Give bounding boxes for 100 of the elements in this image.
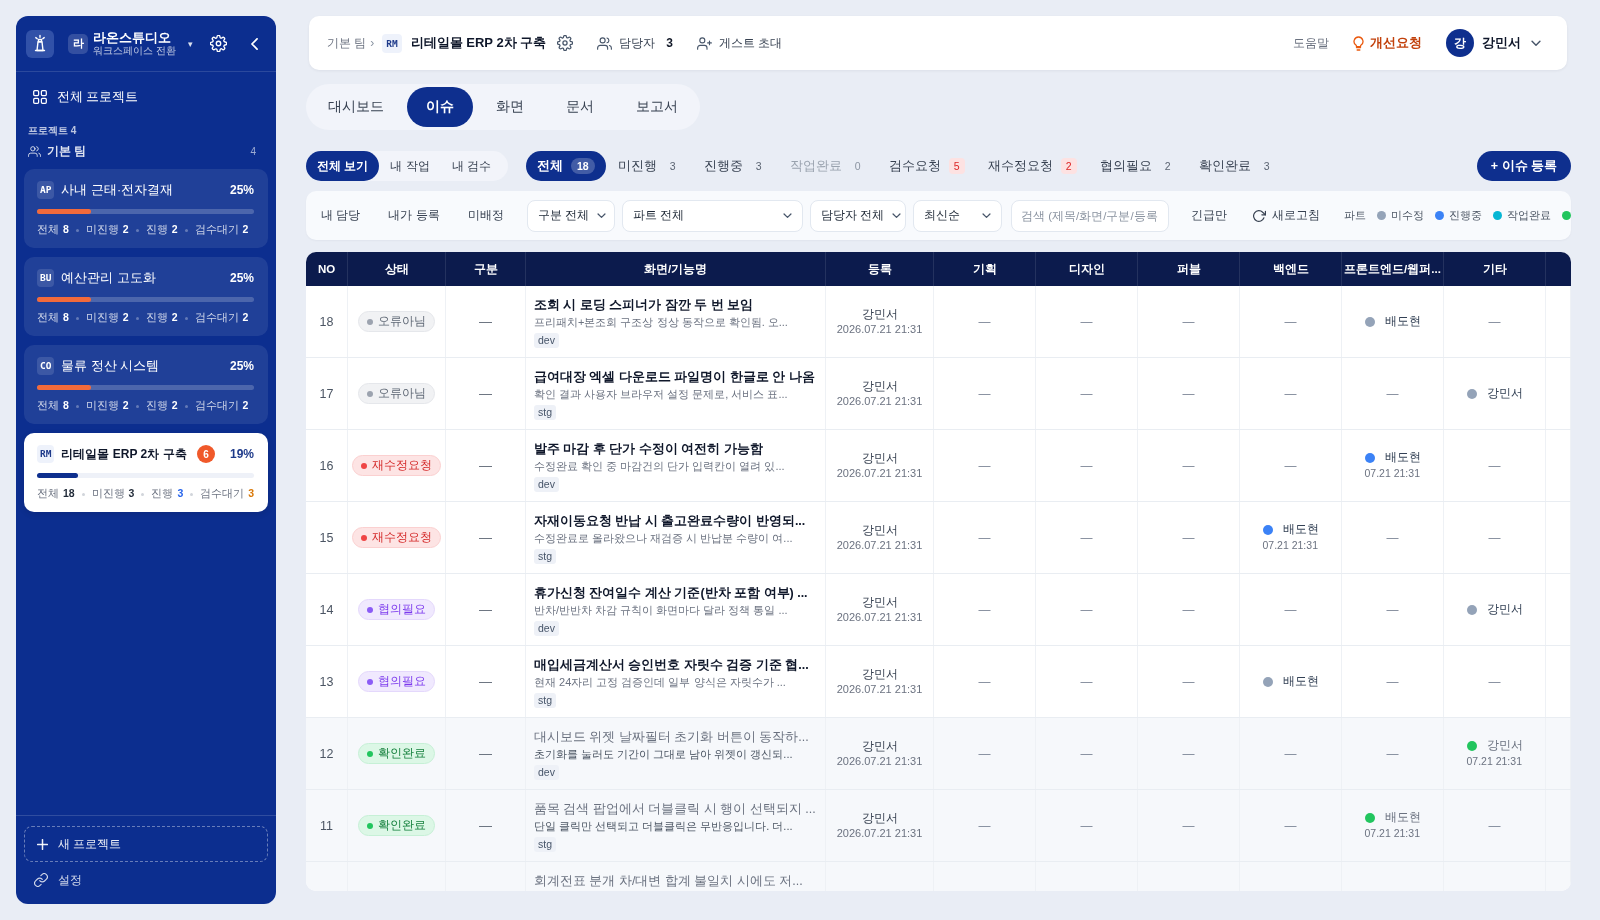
- members-button[interactable]: 담당자 3: [597, 34, 673, 52]
- dropdown[interactable]: 구분 전체: [526, 199, 615, 232]
- project-card[interactable]: CO 물류 정산 시스템 25% 전체 8 미진행 2 진행 2 검수대기 2: [24, 345, 268, 424]
- filter-chip[interactable]: 전체 18: [526, 151, 606, 181]
- project-stat: 미진행 3: [91, 487, 135, 501]
- segment-button[interactable]: 내 검수: [440, 151, 503, 181]
- issue-title[interactable]: 자재이동요청 반납 시 출고완료수량이 반영되...: [534, 513, 806, 530]
- project-code: BU: [37, 269, 55, 287]
- issue-title[interactable]: 휴가신청 잔여일수 계산 기준(반차 포함 여부) ...: [534, 585, 808, 602]
- filter-chip[interactable]: 진행중 3: [692, 151, 778, 181]
- row-number: 14: [319, 602, 334, 617]
- project-card[interactable]: RM 리테일몰 ERP 2차 구축 6 19% 전체 18 미진행 3 진행 3 검수대기 3: [24, 433, 268, 512]
- issue-title[interactable]: 품목 검색 팝업에서 더블클릭 시 행이 선택되지 ...: [534, 801, 816, 818]
- tab[interactable]: 대시보드: [309, 87, 403, 127]
- project-code: CO: [37, 357, 55, 375]
- assignee-name: 배도현: [1384, 450, 1421, 465]
- table-row[interactable]: 18 오류아님 — 조회 시 로딩 스피너가 잠깐 두 번 보임 프리패치+본조회 구조상 정상 동작으로 확인됨. 오... dev 강민서 2026.07.21 21:31 — — — — 배도현 —: [306, 286, 1571, 358]
- tab[interactable]: 문서: [547, 87, 613, 127]
- team-name[interactable]: 기본 팀: [47, 143, 87, 159]
- invite-button[interactable]: 게스트 초대: [696, 34, 783, 52]
- issue-title[interactable]: 매입세금계산서 승인번호 자릿수 검증 기준 협...: [534, 657, 809, 674]
- filter-chip[interactable]: 재수정요청 2: [976, 151, 1088, 181]
- registrar-name: 강민서: [861, 810, 898, 826]
- table-row[interactable]: 회계전표 분개 차/대변 합계 불일치 시에도 저...: [306, 862, 1571, 891]
- quick-filter-button[interactable]: 미배정: [455, 200, 516, 231]
- tab[interactable]: 화면: [477, 87, 543, 127]
- dropdown[interactable]: 파트 전체: [621, 199, 803, 232]
- filter-chip[interactable]: 검수요청 5: [877, 151, 976, 181]
- caret-icon[interactable]: ▾: [187, 38, 193, 49]
- project-title: 리테일몰 ERP 2차 구축: [410, 34, 547, 52]
- table-row[interactable]: 15 재수정요청 — 자재이동요청 반납 시 출고완료수량이 반영되... 수정완료로 올라왔으나 재검증 시 반납분 수량이 여... stg 강민서 2026.07.21 21:31 — — — 배도현 07.21 21:31 — —: [306, 502, 1571, 574]
- tower-icon: [26, 29, 54, 58]
- segment-button[interactable]: 전체 보기: [306, 151, 380, 181]
- issue-title[interactable]: 조회 시 로딩 스피너가 잠깐 두 번 보임: [534, 297, 754, 314]
- empty-dash: —: [1182, 818, 1195, 833]
- tab[interactable]: 이슈: [407, 87, 473, 127]
- grid-icon: [33, 90, 47, 104]
- settings-link[interactable]: 설정: [24, 862, 92, 898]
- project-stat: 진행 2: [145, 399, 178, 413]
- empty-dash: —: [1386, 530, 1399, 545]
- category-text: —: [479, 674, 492, 689]
- issue-title[interactable]: 급여대장 엑셀 다운로드 파일명이 한글로 안 나옴: [534, 369, 815, 386]
- project-stat: 미진행 2: [85, 399, 129, 413]
- empty-dash: —: [1488, 530, 1501, 545]
- dropdown[interactable]: 담당자 전체: [809, 199, 906, 232]
- table-row[interactable]: 16 재수정요청 — 발주 마감 후 단가 수정이 여전히 가능함 수정완료 확인 중 마감건의 단가 입력칸이 열려 있... dev 강민서 2026.07.21 21:31 — — — — 배도현 07.21 21:31 —: [306, 430, 1571, 502]
- empty-dash: —: [1182, 458, 1195, 473]
- settings-icon[interactable]: [557, 35, 574, 51]
- segment-button[interactable]: 내 작업: [379, 151, 441, 181]
- refresh-button[interactable]: 새로고침: [1247, 200, 1326, 231]
- issue-title[interactable]: 발주 마감 후 단가 수정이 여전히 가능함: [534, 441, 763, 458]
- row-number: 12: [319, 746, 334, 761]
- table-row[interactable]: 14 협의필요 — 휴가신청 잔여일수 계산 기준(반차 포함 여부) ... 반차/반반차 차감 규칙이 화면마다 달라 정책 통일 ... dev 강민서 2026.07.21 21:31 — — — — — 강민서: [306, 574, 1571, 646]
- project-stat: 미진행 2: [85, 311, 129, 325]
- chevron-down-icon[interactable]: [1531, 40, 1541, 46]
- dropdown[interactable]: 최신순: [912, 199, 1002, 232]
- workspace-name[interactable]: 라온스튜디오: [93, 30, 176, 45]
- table-row[interactable]: 17 오류아님 — 급여대장 엑셀 다운로드 파일명이 한글로 안 나옴 확인 결과 사용자 브라우저 설정 문제로, 서비스 표... stg 강민서 2026.07.21 21:31 — — — — — 강민서: [306, 358, 1571, 430]
- project-stat: 진행 3: [151, 487, 184, 501]
- row-number: 17: [319, 386, 334, 401]
- plus-icon: [37, 838, 48, 850]
- registrar-name: 강민서: [861, 378, 898, 394]
- nav-item[interactable]: 전체 프로젝트: [24, 84, 268, 110]
- project-card[interactable]: AP 사내 근태·전자결재 25% 전체 8 미진행 2 진행 2 검수대기 2: [24, 169, 268, 248]
- assigned-date: 07.21 21:31: [1262, 538, 1318, 553]
- user-avatar[interactable]: 강: [1446, 29, 1474, 57]
- empty-dash: —: [978, 530, 991, 545]
- new-project-button[interactable]: 새 프로젝트: [24, 826, 268, 862]
- filter-chip[interactable]: 협의필요 2: [1088, 151, 1187, 181]
- people-icon: [597, 36, 613, 50]
- search-field[interactable]: 검색 (제목/화면/구분/등록: [1011, 199, 1169, 232]
- project-stat: 전체 18: [37, 487, 75, 501]
- table-row[interactable]: 11 확인완료 — 품목 검색 팝업에서 더블클릭 시 행이 선택되지 ... 단일 클릭만 선택되고 더블클릭은 무반응입니다. 더... stg 강민서 2026.07.21 21:31 — — — — 배도현 07.21 21:31 —: [306, 790, 1571, 862]
- table-row[interactable]: 12 확인완료 — 대시보드 위젯 날짜필터 초기화 버튼이 동작하... 초기화를 눌러도 기간이 그대로 남아 위젯이 갱신되... dev 강민서 2026.07.21 21:31 — — — — — 강민서 07.21 21:31: [306, 718, 1571, 790]
- category-text: —: [479, 818, 492, 833]
- user-name[interactable]: 강민서: [1482, 34, 1521, 52]
- progress-percent: 25%: [229, 271, 254, 285]
- filter-chip[interactable]: 확인완료 3: [1187, 151, 1286, 181]
- feedback-button[interactable]: 개선요청: [1353, 34, 1422, 52]
- workspace-switch-link[interactable]: 워크스페이스 전환: [93, 45, 176, 57]
- issue-title[interactable]: 대시보드 위젯 날짜필터 초기화 버튼이 동작하...: [534, 729, 809, 746]
- category-text: —: [479, 458, 492, 473]
- tab[interactable]: 보고서: [617, 87, 697, 127]
- quick-filter-button[interactable]: 내가 등록: [376, 200, 452, 231]
- help-link[interactable]: 도움말: [1293, 34, 1329, 52]
- table-row[interactable]: 13 협의필요 — 매입세금계산서 승인번호 자릿수 검증 기준 협... 현재 24자리 고정 검증인데 일부 양식은 자릿수가 ... stg 강민서 2026.07.21 21:31 — — — 배도현 — —: [306, 646, 1571, 718]
- count-text: 3: [1262, 159, 1271, 174]
- quick-filter-button[interactable]: 내 담당: [309, 200, 373, 231]
- row-number: 16: [319, 458, 334, 473]
- status-badge: 재수정요청: [352, 527, 441, 548]
- chevron-left-icon[interactable]: [251, 37, 258, 50]
- project-card[interactable]: BU 예산관리 고도화 25% 전체 8 미진행 2 진행 2 검수대기 2: [24, 257, 268, 336]
- filter-chip[interactable]: 미진행 3: [606, 151, 692, 181]
- issue-title[interactable]: 회계전표 분개 차/대변 합계 불일치 시에도 저...: [534, 873, 803, 890]
- new-issue-button[interactable]: + 이슈 등록: [1476, 151, 1571, 181]
- status-badge: 재수정요청: [352, 455, 441, 476]
- breadcrumb-link[interactable]: 기본 팀: [327, 35, 367, 51]
- person-add-icon: [696, 36, 712, 50]
- project-stat: 검수대기 2: [194, 311, 249, 325]
- urgent-toggle[interactable]: 긴급만: [1181, 200, 1237, 231]
